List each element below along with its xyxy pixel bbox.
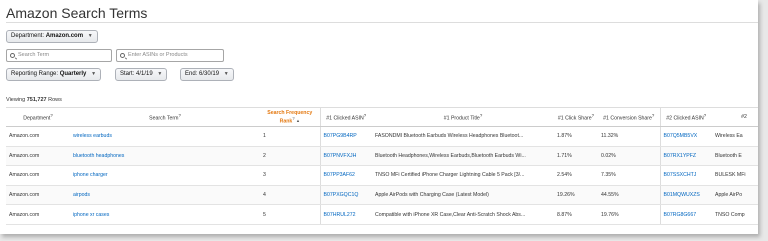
reporting-range-label: Reporting Range:: [11, 71, 59, 77]
cell-conversion-share-1: 0.02%: [598, 146, 661, 167]
asin-search-placeholder: Enter ASINs or Products: [128, 52, 188, 58]
cell-product-title-1: Apple AirPods with Charging Case (Latest…: [372, 185, 554, 206]
cell-product-title-2: Bluetooth E: [712, 146, 758, 167]
cell-rank: 2: [260, 146, 320, 167]
cell-click-share-1: 8.87%: [554, 204, 598, 225]
end-value: 6/30/19: [199, 71, 220, 77]
cell-clicked-asin-1[interactable]: B07PP3AF62: [319, 165, 372, 186]
end-label: End:: [185, 71, 198, 77]
cell-conversion-share-1: 19.76%: [598, 204, 661, 225]
search-icon: [120, 53, 125, 58]
cell-product-title-2: BULESK MFi: [712, 165, 758, 186]
rows-suffix: Rows: [48, 97, 62, 103]
asin-search-input[interactable]: Enter ASINs or Products: [116, 49, 224, 62]
end-date-dropdown[interactable]: End: 6/30/19 ▼: [180, 68, 234, 81]
cell-conversion-share-1: 44.55%: [598, 185, 661, 206]
cell-clicked-asin-1[interactable]: B07PG9B4RP: [319, 126, 372, 147]
row-count-summary: Viewing 751,727 Rows: [6, 97, 62, 103]
cell-department: Amazon.com: [6, 204, 70, 225]
cell-product-title-2: TNSO Comp: [712, 204, 758, 225]
header-click-share-1[interactable]: #1 Click Share?: [554, 107, 598, 127]
report-panel: Amazon Search Terms Department: Amazon.c…: [0, 0, 758, 234]
cell-click-share-1: 1.87%: [554, 126, 598, 147]
header-conversion-share-1[interactable]: #1 Conversion Share?: [598, 107, 661, 127]
cell-clicked-asin-2[interactable]: B07Q5MB5VX: [660, 126, 712, 147]
header-search-term[interactable]: Search Term?: [70, 107, 260, 127]
cell-click-share-1: 2.54%: [554, 165, 598, 186]
header-product-title-1[interactable]: #1 Product Title?: [372, 107, 554, 127]
search-term-input[interactable]: Search Term: [6, 49, 112, 62]
reporting-range-dropdown[interactable]: Reporting Range: Quarterly ▼: [6, 68, 102, 81]
cell-product-title-1: Compatible with iPhone XR Case,Clear Ant…: [372, 204, 554, 225]
table-row: Amazon.com iphone charger 3 B07PP3AF62 T…: [6, 165, 758, 186]
cell-conversion-share-1: 7.35%: [598, 165, 661, 186]
start-date-dropdown[interactable]: Start: 4/1/19 ▼: [115, 68, 168, 81]
table-header-row: Department? Search Term? Search Frequenc…: [6, 107, 758, 127]
header-search-frequency-rank[interactable]: Search Frequency Rank?▲: [260, 107, 320, 127]
chevron-down-icon: ▼: [87, 33, 93, 39]
viewing-prefix: Viewing: [6, 97, 26, 103]
cell-product-title-1: TNSO MFi Certified iPhone Charger Lightn…: [372, 165, 554, 186]
page-title: Amazon Search Terms: [6, 5, 148, 21]
cell-search-term[interactable]: wireless earbuds: [70, 126, 260, 147]
cell-clicked-asin-1[interactable]: B07PXGQC1Q: [319, 185, 372, 206]
header-clicked-asin-2[interactable]: #2 Clicked ASIN?: [660, 107, 712, 127]
department-dropdown[interactable]: Department: Amazon.com ▼: [6, 30, 98, 43]
sort-arrow-icon: ▲: [295, 118, 300, 124]
reporting-range-value: Quarterly: [59, 71, 87, 77]
header-product-title-2[interactable]: #2: [712, 107, 758, 127]
cell-rank: 3: [260, 165, 320, 186]
table-row: Amazon.com iphone xr cases 5 B07HRUL272 …: [6, 204, 758, 225]
search-term-placeholder: Search Term: [18, 52, 50, 58]
header-department[interactable]: Department?: [6, 107, 70, 127]
cell-clicked-asin-1[interactable]: B07PNVFXJH: [319, 146, 372, 167]
cell-department: Amazon.com: [6, 165, 70, 186]
start-label: Start:: [120, 71, 135, 77]
cell-clicked-asin-2[interactable]: B01MQWUXZS: [660, 185, 712, 206]
cell-department: Amazon.com: [6, 126, 70, 147]
cell-product-title-2: Wireless Ea: [712, 126, 758, 147]
start-value: 4/1/19: [136, 71, 153, 77]
header-clicked-asin-1[interactable]: #1 Clicked ASIN?: [319, 107, 372, 127]
title-divider: [6, 22, 758, 23]
department-value: Amazon.com: [45, 33, 84, 39]
cell-clicked-asin-1[interactable]: B07HRUL272: [319, 204, 372, 225]
cell-rank: 1: [260, 126, 320, 147]
table-row: Amazon.com airpods 4 B07PXGQC1Q Apple Ai…: [6, 185, 758, 206]
cell-department: Amazon.com: [6, 146, 70, 167]
chevron-down-icon: ▼: [223, 71, 229, 77]
table-row: Amazon.com bluetooth headphones 2 B07PNV…: [6, 146, 758, 167]
chevron-down-icon: ▼: [91, 71, 97, 77]
cell-product-title-1: Bluetooth Headphones,Wireless Earbuds,Bl…: [372, 146, 554, 167]
chevron-down-icon: ▼: [157, 71, 163, 77]
cell-conversion-share-1: 11.32%: [598, 126, 661, 147]
cell-rank: 5: [260, 204, 320, 225]
cell-click-share-1: 19.26%: [554, 185, 598, 206]
cell-search-term[interactable]: bluetooth headphones: [70, 146, 260, 167]
cell-search-term[interactable]: iphone xr cases: [70, 204, 260, 225]
department-label: Department:: [11, 33, 45, 39]
table-row: Amazon.com wireless earbuds 1 B07PG9B4RP…: [6, 126, 758, 147]
search-icon: [10, 53, 15, 58]
cell-click-share-1: 1.71%: [554, 146, 598, 167]
search-terms-table: Department? Search Term? Search Frequenc…: [6, 107, 758, 225]
cell-department: Amazon.com: [6, 185, 70, 206]
cell-search-term[interactable]: iphone charger: [70, 165, 260, 186]
cell-product-title-1: FASONDMI Bluetooth Earbuds Wireless Head…: [372, 126, 554, 147]
row-count: 751,727: [26, 97, 47, 103]
cell-product-title-2: Apple AirPo: [712, 185, 758, 206]
cell-clicked-asin-2[interactable]: B07RG8G667: [660, 204, 712, 225]
cell-clicked-asin-2[interactable]: B07RX1YPFZ: [660, 146, 712, 167]
cell-search-term[interactable]: airpods: [70, 185, 260, 206]
cell-clicked-asin-2[interactable]: B07SSXCHTJ: [660, 165, 712, 186]
cell-rank: 4: [260, 185, 320, 206]
